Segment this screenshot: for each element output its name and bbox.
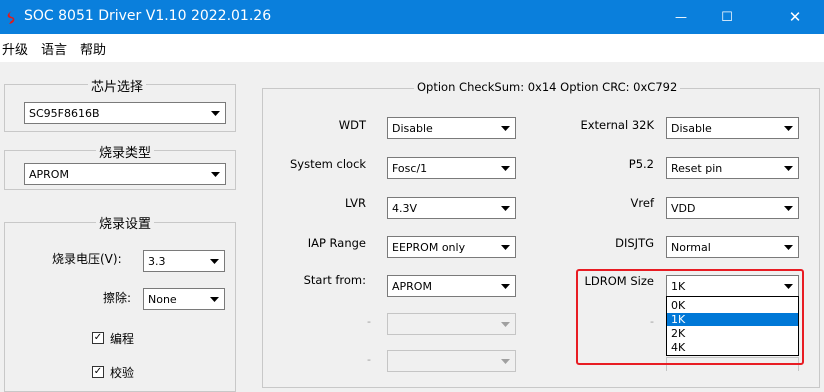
chip-select-value: SC95F8616B	[29, 107, 100, 120]
iap-range-value: EEPROM only	[392, 241, 466, 254]
lvr-label: LVR	[344, 196, 366, 210]
chevron-down-icon	[497, 278, 513, 294]
p52-value: Reset pin	[671, 162, 723, 175]
burn-type-combo[interactable]: APROM	[24, 163, 226, 185]
burn-voltage-label: 烧录电压(V):	[52, 252, 122, 266]
program-label: 编程	[110, 332, 135, 346]
menu-help[interactable]: 帮助	[80, 39, 106, 58]
highlight-annotation-box	[576, 269, 804, 365]
program-checkbox[interactable]: ✓ 编程	[92, 330, 172, 348]
checkmark-icon: ✓	[92, 332, 104, 344]
title-bar: SOC 8051 Driver V1.10 2022.01.26 — ☐ ✕	[0, 0, 824, 34]
chevron-down-icon	[206, 253, 222, 269]
chevron-down-icon	[780, 120, 796, 136]
burn-type-legend: 烧录类型	[96, 142, 155, 161]
erase-label: 擦除:	[103, 291, 132, 305]
verify-checkbox[interactable]: ✓ 校验	[92, 364, 172, 380]
chevron-down-icon	[207, 105, 223, 121]
erase-combo[interactable]: None	[143, 288, 225, 310]
vref-combo[interactable]: VDD	[666, 197, 799, 219]
burn-settings-legend: 烧录设置	[96, 213, 155, 232]
lvr-value: 4.3V	[392, 202, 418, 215]
minimize-button[interactable]: —	[658, 0, 704, 34]
wdt-value: Disable	[392, 122, 433, 135]
external-32k-label: External 32K	[580, 118, 654, 132]
chevron-down-icon	[497, 239, 513, 255]
disabled-option-combo	[387, 313, 516, 335]
lvr-combo[interactable]: 4.3V	[387, 197, 516, 219]
chevron-down-icon	[497, 316, 513, 332]
iap-range-label: IAP Range	[307, 236, 366, 250]
checkmark-icon: ✓	[92, 366, 104, 378]
menu-bar: 升级 语言 帮助	[0, 34, 824, 62]
chip-select-combo[interactable]: SC95F8616B	[24, 102, 226, 124]
maximize-button[interactable]: ☐	[704, 0, 750, 34]
close-button[interactable]: ✕	[772, 0, 818, 34]
p52-label: P5.2	[628, 157, 654, 171]
minimize-icon: —	[675, 10, 687, 24]
disabled-option-label: -	[367, 353, 371, 366]
disjtg-combo[interactable]: Normal	[666, 236, 799, 258]
chevron-down-icon	[780, 239, 796, 255]
erase-value: None	[148, 293, 177, 306]
chevron-down-icon	[497, 160, 513, 176]
menu-language[interactable]: 语言	[41, 39, 67, 58]
disabled-option-label: -	[367, 315, 371, 328]
iap-range-combo[interactable]: EEPROM only	[387, 236, 516, 258]
burn-voltage-value: 3.3	[148, 255, 166, 268]
disjtg-value: Normal	[671, 241, 711, 254]
system-clock-combo[interactable]: Fosc/1	[387, 157, 516, 179]
system-clock-label: System clock	[290, 157, 367, 171]
p52-combo[interactable]: Reset pin	[666, 157, 799, 179]
wdt-label: WDT	[338, 118, 366, 132]
chevron-down-icon	[497, 200, 513, 216]
maximize-icon: ☐	[721, 9, 733, 25]
chevron-down-icon	[780, 160, 796, 176]
option-checksum-legend: Option CheckSum: 0x14 Option CRC: 0xC792	[414, 80, 681, 94]
vref-value: VDD	[671, 202, 696, 215]
start-from-label: Start from:	[303, 273, 366, 287]
wdt-combo[interactable]: Disable	[387, 117, 516, 139]
vref-label: Vref	[630, 196, 654, 210]
external-32k-value: Disable	[671, 122, 712, 135]
start-from-combo[interactable]: APROM	[387, 275, 516, 297]
system-clock-value: Fosc/1	[392, 162, 428, 175]
close-icon: ✕	[788, 8, 802, 26]
disabled-option-combo	[387, 350, 516, 372]
menu-upgrade[interactable]: 升级	[2, 39, 28, 58]
disjtg-label: DISJTG	[615, 236, 654, 250]
app-logo-icon	[7, 10, 15, 24]
burn-type-value: APROM	[29, 168, 69, 181]
chevron-down-icon	[780, 200, 796, 216]
verify-label: 校验	[110, 366, 135, 380]
external-32k-combo[interactable]: Disable	[666, 117, 799, 139]
chevron-down-icon	[206, 291, 222, 307]
window-title: SOC 8051 Driver V1.10 2022.01.26	[24, 8, 272, 24]
start-from-value: APROM	[392, 280, 432, 293]
chip-select-legend: 芯片选择	[88, 76, 147, 95]
chevron-down-icon	[207, 166, 223, 182]
chevron-down-icon	[497, 120, 513, 136]
burn-voltage-combo[interactable]: 3.3	[143, 250, 225, 272]
chevron-down-icon	[497, 353, 513, 369]
